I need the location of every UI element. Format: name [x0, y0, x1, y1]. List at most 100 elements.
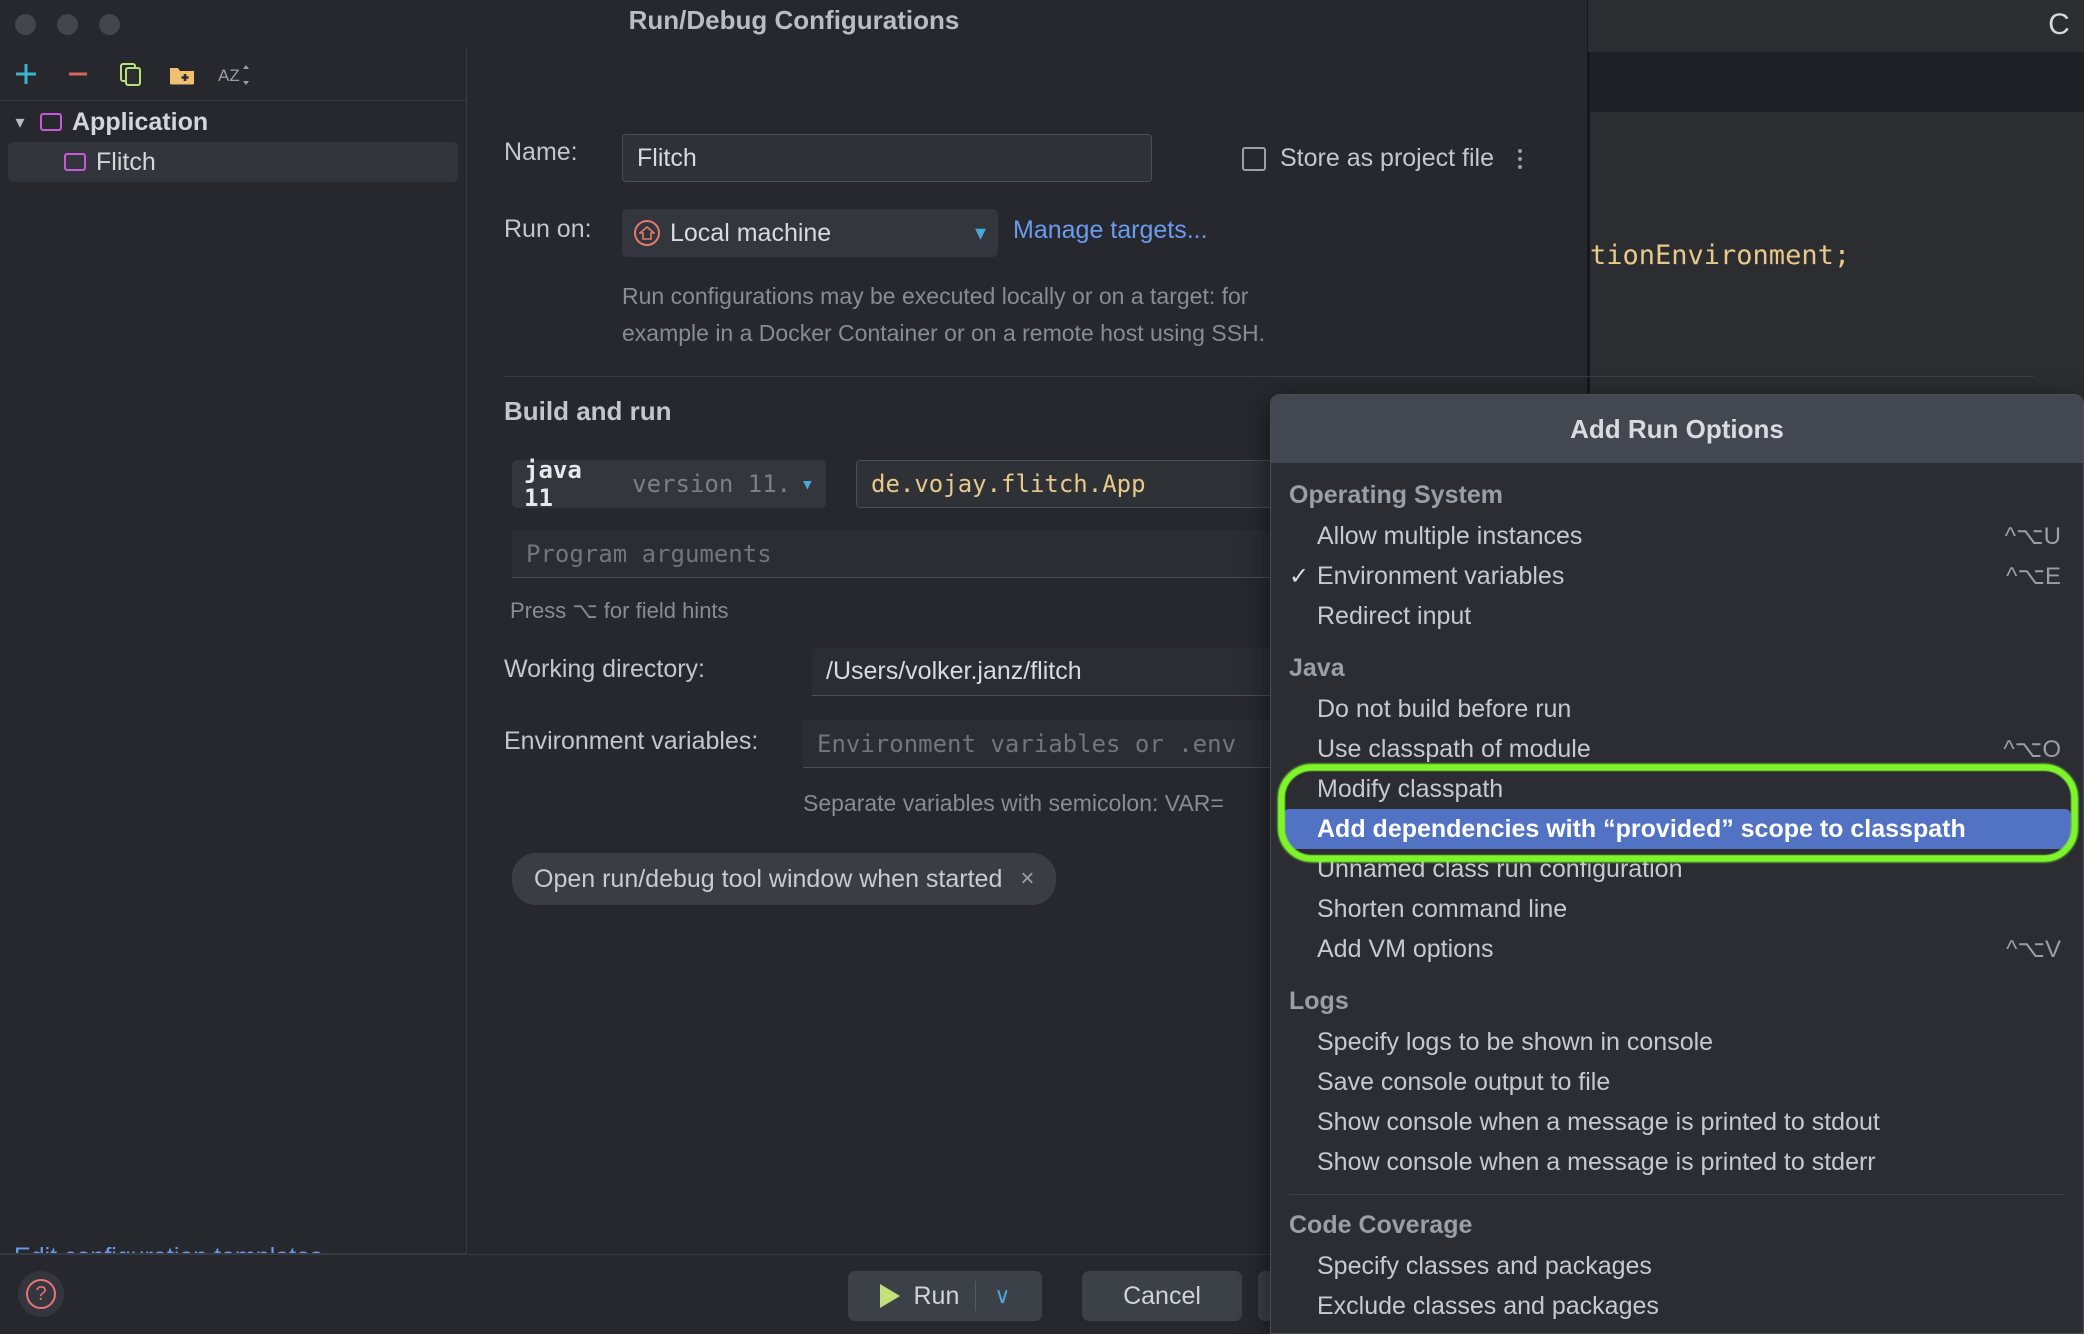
- popup-body: Operating System Allow multiple instance…: [1271, 463, 2083, 1326]
- dialog-title-bar: Run/Debug Configurations: [0, 0, 1587, 48]
- name-row: Name:: [504, 138, 578, 167]
- popup-item-show-console-stdout[interactable]: Show console when a message is printed t…: [1271, 1102, 2083, 1142]
- chevron-down-icon[interactable]: ▾: [961, 220, 986, 246]
- popup-item-label: Save console output to file: [1317, 1067, 1611, 1096]
- popup-item-exclude-classes-packages[interactable]: Exclude classes and packages: [1271, 1286, 2083, 1326]
- popup-item-label: Specify logs to be shown in console: [1317, 1027, 1714, 1056]
- build-and-run-section-title: Build and run: [504, 396, 672, 426]
- popup-item-unnamed-class-run-configuration[interactable]: Unnamed class run configuration: [1271, 849, 2083, 889]
- remove-configuration-button[interactable]: [52, 48, 104, 100]
- chevron-down-icon[interactable]: ∨: [994, 1283, 1010, 1309]
- working-directory-label: Working directory:: [504, 655, 705, 683]
- jdk-name: java 11: [524, 456, 582, 512]
- popup-group-title: Code Coverage: [1289, 1211, 1473, 1239]
- popup-item-label: Allow multiple instances: [1317, 521, 1583, 550]
- sort-configurations-button[interactable]: AZ: [208, 48, 260, 100]
- popup-item-label: Show console when a message is printed t…: [1317, 1107, 1880, 1136]
- popup-item-label: Add VM options: [1317, 934, 1494, 963]
- close-icon[interactable]: ×: [1020, 865, 1034, 893]
- popup-item-shorten-command-line[interactable]: Shorten command line: [1271, 889, 2083, 929]
- new-folder-button[interactable]: [156, 48, 208, 100]
- add-icon: [16, 64, 36, 84]
- name-input[interactable]: Flitch: [622, 134, 1152, 182]
- help-icon: ?: [26, 1279, 56, 1309]
- environment-variables-hint: Separate variables with semicolon: VAR=: [803, 790, 1224, 816]
- popup-item-shortcut: ^⌥E: [2006, 562, 2061, 590]
- run-on-row: Run on:: [504, 215, 592, 244]
- popup-item-label: Modify classpath: [1317, 774, 1504, 803]
- popup-item-label: Use classpath of module: [1317, 734, 1591, 763]
- add-run-options-popup: Add Run Options Operating System Allow m…: [1270, 394, 2084, 1334]
- environment-variables-label: Environment variables:: [504, 727, 759, 755]
- help-button[interactable]: ?: [18, 1271, 64, 1317]
- configurations-left-pane: AZ ▾ Application Flitch Edit c: [0, 48, 466, 1334]
- popup-item-use-classpath-of-module[interactable]: Use classpath of module ^⌥O: [1271, 729, 2083, 769]
- local-machine-icon: [634, 220, 660, 246]
- check-icon: ✓: [1289, 562, 1310, 590]
- copy-configuration-button[interactable]: [104, 48, 156, 100]
- run-button-label: Run: [913, 1281, 960, 1310]
- application-node-icon: [40, 113, 62, 131]
- code-line-fragment: tionEnvironment;: [1590, 240, 1851, 271]
- popup-item-label: Show console when a message is printed t…: [1317, 1147, 1876, 1176]
- open-run-debug-tool-window-tag[interactable]: Open run/debug tool window when started …: [512, 853, 1057, 905]
- chevron-down-icon[interactable]: ▾: [0, 112, 40, 133]
- tree-node-label: Application: [72, 107, 209, 136]
- popup-item-label: Do not build before run: [1317, 694, 1572, 723]
- popup-item-specify-logs-console[interactable]: Specify logs to be shown in console: [1271, 1022, 2083, 1062]
- popup-item-redirect-input[interactable]: Redirect input: [1271, 596, 2083, 636]
- popup-item-add-dependencies-provided-scope[interactable]: Add dependencies with “provided” scope t…: [1283, 809, 2071, 849]
- run-on-target-combo[interactable]: Local machine ▾: [622, 209, 998, 257]
- popup-item-label: Shorten command line: [1317, 894, 1568, 923]
- manage-targets-link[interactable]: Manage targets...: [1013, 216, 1208, 245]
- run-button-divider: [975, 1281, 977, 1311]
- jdk-version: version 11.0.15: [632, 470, 791, 498]
- popup-item-label: Environment variables: [1317, 561, 1565, 590]
- run-on-hint-line-1: Run configurations may be executed local…: [622, 283, 1249, 309]
- run-on-label: Run on:: [504, 215, 592, 243]
- popup-group-title: Java: [1289, 654, 1345, 682]
- add-configuration-button[interactable]: [0, 48, 52, 100]
- tree-node-label: Flitch: [96, 147, 156, 176]
- popup-item-show-console-stderr[interactable]: Show console when a message is printed t…: [1271, 1142, 2083, 1182]
- popup-item-shortcut: ^⌥U: [2004, 522, 2061, 550]
- popup-title: Add Run Options: [1271, 395, 2083, 463]
- store-as-project-file-more-icon[interactable]: [1518, 148, 1522, 169]
- store-as-project-file-row: Store as project file: [1242, 144, 1522, 173]
- run-button[interactable]: Run ∨: [848, 1271, 1042, 1321]
- popup-item-label: Redirect input: [1317, 601, 1472, 630]
- copy-icon: [120, 63, 141, 86]
- popup-item-allow-multiple-instances[interactable]: Allow multiple instances ^⌥U: [1271, 516, 2083, 556]
- svg-text:AZ: AZ: [218, 66, 240, 85]
- popup-item-shortcut: ^⌥V: [2006, 935, 2061, 963]
- dialog-title: Run/Debug Configurations: [628, 5, 960, 35]
- popup-item-label: Exclude classes and packages: [1317, 1291, 1659, 1320]
- popup-item-label: Unnamed class run configuration: [1317, 854, 1683, 883]
- store-as-project-file-checkbox[interactable]: [1242, 146, 1266, 171]
- build-and-run-divider: [504, 376, 2034, 377]
- popup-item-add-vm-options[interactable]: Add VM options ^⌥V: [1271, 929, 2083, 969]
- popup-item-specify-classes-packages[interactable]: Specify classes and packages: [1271, 1246, 2083, 1286]
- popup-item-do-not-build-before-run[interactable]: Do not build before run: [1271, 689, 2083, 729]
- cancel-button-label: Cancel: [1123, 1281, 1201, 1310]
- popup-separator: [1289, 1194, 2065, 1195]
- remove-icon: [69, 72, 87, 76]
- popup-item-modify-classpath[interactable]: Modify classpath: [1271, 769, 2083, 809]
- configurations-toolbar: AZ: [0, 48, 466, 100]
- field-hints-text: Press ⌥ for field hints: [510, 598, 729, 623]
- ide-window-title: C: [2048, 8, 2070, 41]
- store-as-project-file-label: Store as project file: [1280, 144, 1494, 172]
- chevron-down-icon[interactable]: ▾: [801, 472, 814, 497]
- tree-node-flitch[interactable]: Flitch: [8, 142, 458, 182]
- tree-node-application[interactable]: ▾ Application: [0, 102, 466, 142]
- run-on-target-value: Local machine: [670, 218, 832, 247]
- jdk-selector-combo[interactable]: java 11 version 11.0.15 ▾: [512, 456, 826, 512]
- popup-group-title: Operating System: [1289, 481, 1503, 509]
- play-icon: [879, 1284, 900, 1308]
- ide-tab-strip[interactable]: [1590, 52, 2084, 112]
- cancel-button[interactable]: Cancel: [1082, 1271, 1242, 1321]
- configuration-node-icon: [64, 153, 86, 171]
- popup-item-environment-variables[interactable]: ✓ Environment variables ^⌥E: [1271, 556, 2083, 596]
- popup-group-title: Logs: [1289, 987, 1349, 1015]
- popup-item-save-console-output[interactable]: Save console output to file: [1271, 1062, 2083, 1102]
